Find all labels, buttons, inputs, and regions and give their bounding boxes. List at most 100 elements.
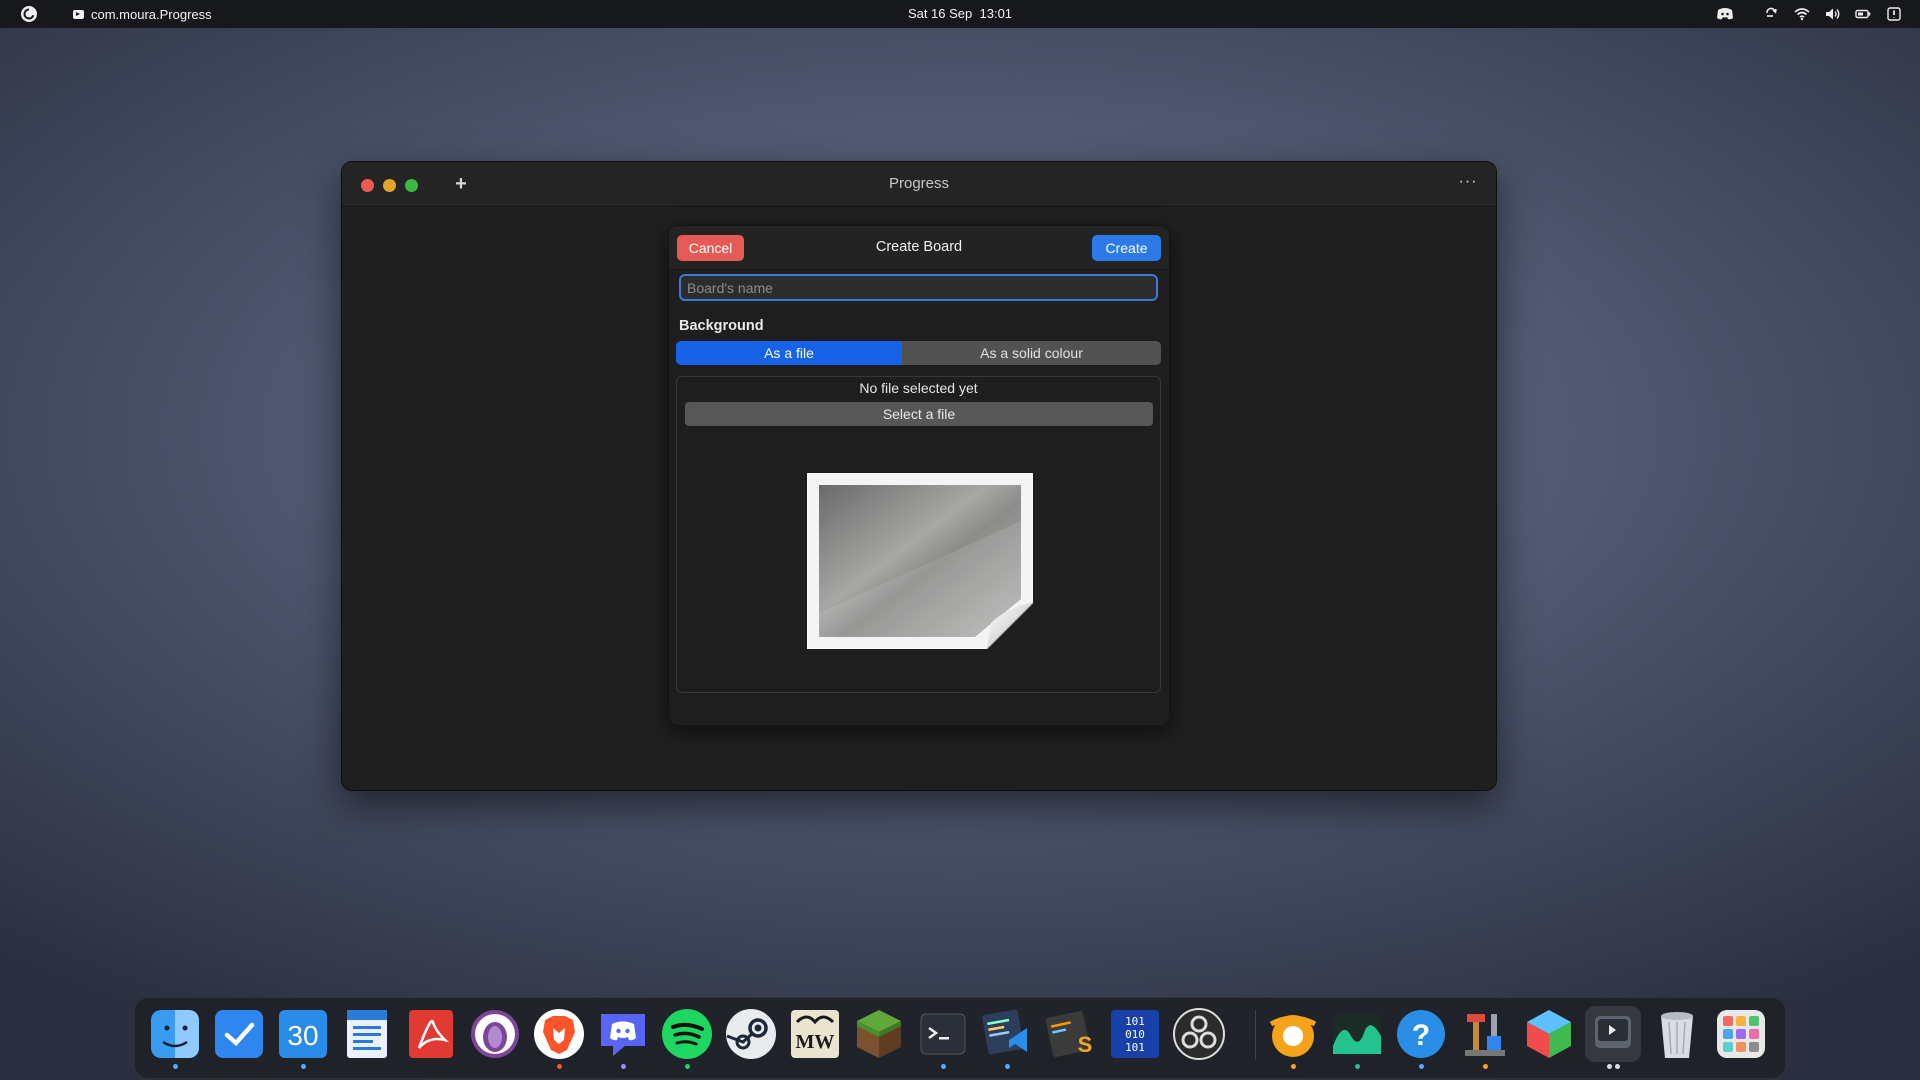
- dock-blender[interactable]: [1265, 1006, 1321, 1069]
- dock-progress-run[interactable]: [1585, 1006, 1641, 1069]
- trash-icon: [1661, 1012, 1693, 1058]
- top-bar: com.moura.Progress Sat 16 Sep 13:01: [0, 0, 1920, 28]
- background-label: Background: [679, 318, 764, 334]
- dock-writer[interactable]: [339, 1006, 395, 1062]
- running-indicator: [621, 1064, 626, 1069]
- sublime-icon: S: [1045, 1011, 1093, 1057]
- window-title: Progress: [888, 175, 950, 192]
- dock-obs-studio[interactable]: [1171, 1006, 1227, 1062]
- document-icon: [347, 1010, 387, 1058]
- screen-rotate-icon[interactable]: [1764, 0, 1778, 28]
- svg-text:101: 101: [1125, 1015, 1145, 1028]
- running-indicator: [1607, 1064, 1612, 1069]
- dock-box-app[interactable]: [1521, 1006, 1577, 1062]
- dock-discord[interactable]: [595, 1006, 651, 1069]
- calendar-day: 30: [287, 1020, 318, 1051]
- svg-text:010: 010: [1125, 1028, 1145, 1041]
- create-board-dialog: Cancel Create Board Create Background As…: [669, 226, 1169, 725]
- dock-finder[interactable]: [147, 1006, 203, 1069]
- window-titlebar[interactable]: + Progress ···: [342, 162, 1496, 207]
- create-button[interactable]: Create: [1092, 235, 1161, 261]
- steam-icon: [726, 1009, 776, 1059]
- dock-tasks[interactable]: [211, 1006, 267, 1062]
- checkmark-icon: [215, 1010, 263, 1058]
- graph-icon: [1333, 1014, 1381, 1054]
- active-app-indicator[interactable]: com.moura.Progress: [73, 0, 212, 28]
- tools-icon: [1465, 1014, 1505, 1056]
- dock-minecraft[interactable]: [851, 1006, 907, 1062]
- running-indicator: [1483, 1064, 1488, 1069]
- image-placeholder-icon: [807, 473, 1033, 649]
- dock-calendar[interactable]: 30: [275, 1006, 331, 1069]
- select-file-button[interactable]: Select a file: [685, 402, 1153, 426]
- dock-steam[interactable]: [723, 1006, 779, 1062]
- running-indicator: [1005, 1064, 1010, 1069]
- running-indicator: [1419, 1064, 1424, 1069]
- running-indicator: [301, 1064, 306, 1069]
- cancel-button[interactable]: Cancel: [677, 235, 744, 261]
- debian-logo-icon[interactable]: [20, 5, 38, 23]
- pdf-icon: [409, 1010, 453, 1058]
- blender-icon: [1269, 1015, 1317, 1057]
- battery-icon[interactable]: [1855, 0, 1871, 28]
- dock-system-monitor[interactable]: [1329, 1006, 1385, 1069]
- svg-text:101: 101: [1125, 1041, 1145, 1054]
- running-indicator: [1291, 1064, 1296, 1069]
- obs-icon: [1173, 1008, 1225, 1060]
- dock-dev-tools[interactable]: [1457, 1006, 1513, 1069]
- add-board-button[interactable]: +: [450, 173, 472, 195]
- svg-text:S: S: [1078, 1032, 1093, 1057]
- clock-date[interactable]: Sat 16 Sep: [908, 6, 972, 21]
- finder-icon: [151, 1010, 199, 1058]
- dock-binary-editor[interactable]: 101 010 101: [1107, 1006, 1163, 1062]
- volume-icon[interactable]: [1825, 0, 1841, 28]
- dock-help[interactable]: ?: [1393, 1006, 1449, 1069]
- board-name-input[interactable]: [679, 274, 1158, 301]
- app-window-icon: [73, 9, 84, 19]
- tab-as-a-solid-colour[interactable]: As a solid colour: [902, 341, 1161, 365]
- tab-as-a-file[interactable]: As a file: [676, 341, 902, 365]
- dock-terminal[interactable]: [915, 1006, 971, 1069]
- svg-text:MW: MW: [796, 1031, 835, 1053]
- running-indicator: [173, 1064, 178, 1069]
- running-indicator: [1355, 1064, 1360, 1069]
- running-indicator: [685, 1064, 690, 1069]
- active-app-name: com.moura.Progress: [91, 6, 212, 22]
- calendar-icon: 30: [279, 1010, 327, 1058]
- binary-icon: 101010101: [1111, 1010, 1159, 1058]
- dock-spotify[interactable]: [659, 1006, 715, 1069]
- window-maximize-button[interactable]: [405, 179, 418, 192]
- window-close-button[interactable]: [361, 179, 374, 192]
- window-minimize-button[interactable]: [383, 179, 396, 192]
- running-indicator: [1615, 1064, 1620, 1069]
- no-file-status: No file selected yet: [859, 380, 978, 396]
- onion-icon: [471, 1010, 519, 1058]
- dialog-header: Cancel Create Board Create: [669, 226, 1169, 270]
- dock-app-grid[interactable]: [1713, 1006, 1769, 1062]
- dock-trash[interactable]: [1649, 1006, 1705, 1062]
- clock-time[interactable]: 13:01: [980, 6, 1013, 21]
- svg-text:?: ?: [1412, 1019, 1430, 1052]
- menu-more-button[interactable]: ···: [1456, 173, 1480, 195]
- running-indicator: [557, 1064, 562, 1069]
- dock-tor-browser[interactable]: [467, 1006, 523, 1062]
- file-picker-panel: No file selected yet Select a file: [676, 376, 1161, 693]
- background-type-switcher: As a file As a solid colour: [676, 341, 1161, 365]
- dock-morrowind[interactable]: MW: [787, 1006, 843, 1062]
- dock-brave[interactable]: [531, 1006, 587, 1069]
- dock-pdf-reader[interactable]: [403, 1006, 459, 1062]
- dock-sublime-text[interactable]: S: [1043, 1006, 1099, 1062]
- wifi-icon[interactable]: [1794, 0, 1810, 28]
- notifications-icon[interactable]: [1886, 0, 1902, 28]
- terminal-icon: [920, 1013, 966, 1055]
- app-grid-icon: [1717, 1010, 1765, 1058]
- running-indicator: [941, 1064, 946, 1069]
- discord-icon: [601, 1014, 645, 1056]
- cube-icon: [1527, 1010, 1571, 1058]
- dock-separator: [1255, 1010, 1256, 1060]
- spotify-icon: [662, 1009, 712, 1059]
- run-app-icon: [1595, 1016, 1631, 1048]
- dock: 30 MW S 101 010 101 ?: [134, 997, 1786, 1079]
- dock-vscode[interactable]: [979, 1006, 1035, 1069]
- discord-tray-icon[interactable]: [1716, 0, 1734, 28]
